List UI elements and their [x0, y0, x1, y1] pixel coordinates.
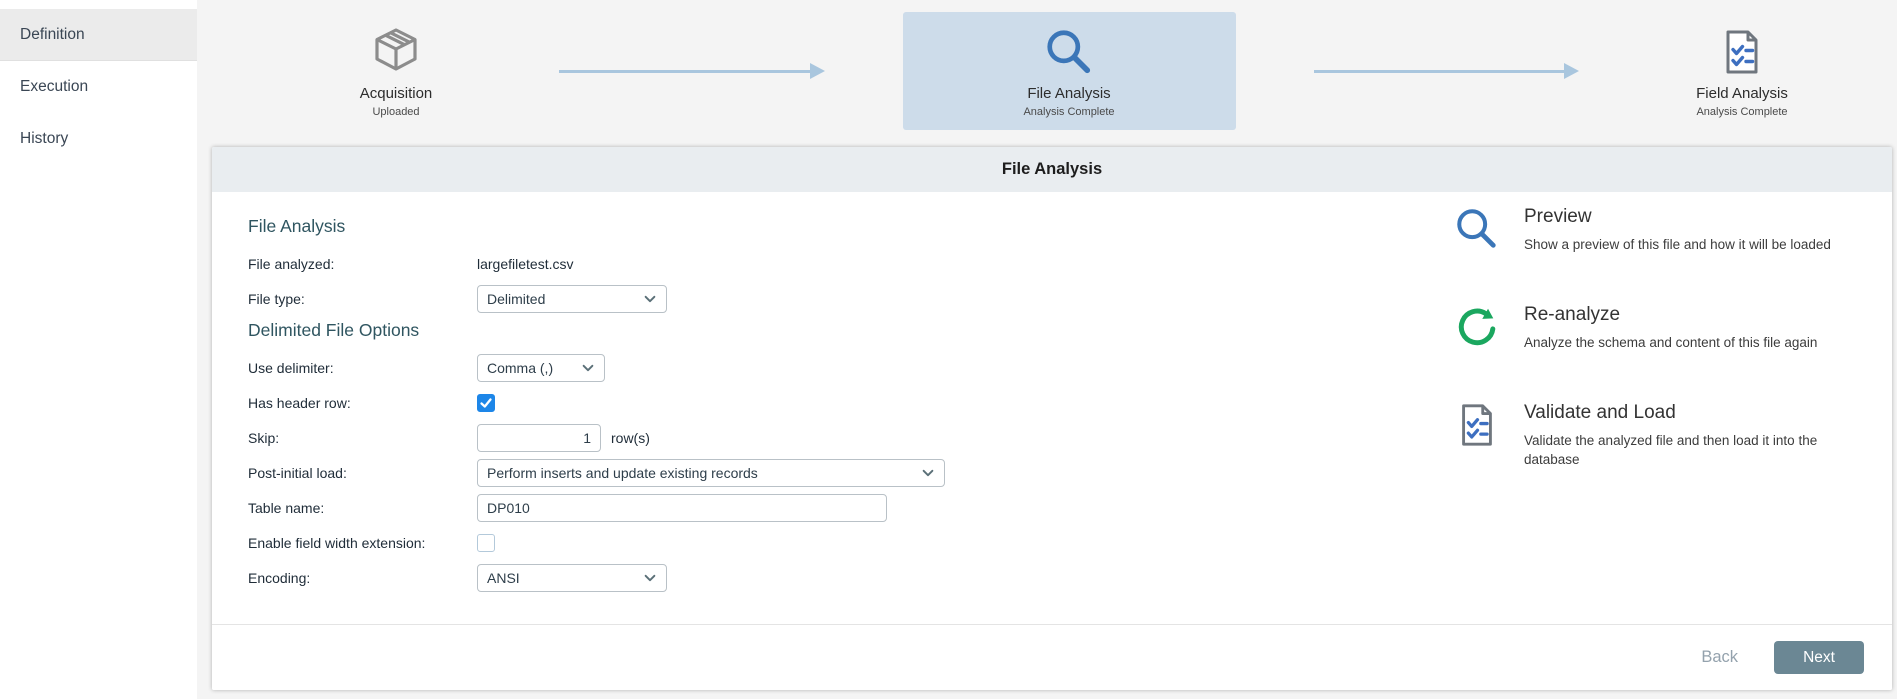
app-root: Definition Execution History	[0, 0, 1897, 699]
next-button[interactable]: Next	[1774, 641, 1864, 674]
post-initial-load-selected-value: Perform inserts and update existing reco…	[487, 465, 758, 481]
file-analyzed-value: largefiletest.csv	[477, 256, 573, 272]
has-header-label: Has header row:	[248, 395, 477, 411]
encoding-select[interactable]: ANSI	[477, 564, 667, 592]
sidebar-item-execution[interactable]: Execution	[0, 61, 197, 113]
package-icon	[370, 25, 422, 79]
action-description: Validate the analyzed file and then load…	[1524, 432, 1876, 468]
step-status: Analysis Complete	[1696, 106, 1787, 118]
checklist-document-icon	[1452, 402, 1502, 468]
step-status: Analysis Complete	[1023, 106, 1114, 118]
sidebar-item-history[interactable]: History	[0, 113, 197, 165]
file-type-selected-value: Delimited	[487, 291, 545, 307]
panel-title: File Analysis	[1002, 160, 1102, 179]
panel-header: File Analysis	[212, 147, 1892, 192]
preview-action[interactable]: Preview Show a preview of this file and …	[1452, 206, 1892, 254]
checklist-document-icon	[1718, 25, 1766, 79]
sidebar: Definition Execution History	[0, 0, 197, 699]
step-label: Field Analysis	[1696, 85, 1788, 102]
step-acquisition[interactable]: Acquisition Uploaded	[311, 12, 481, 130]
action-title: Re-analyze	[1524, 304, 1817, 326]
check-icon	[479, 396, 493, 410]
step-status: Uploaded	[372, 106, 419, 118]
chevron-down-icon	[921, 466, 935, 480]
encoding-selected-value: ANSI	[487, 570, 520, 586]
action-list: Preview Show a preview of this file and …	[1452, 206, 1892, 519]
panel-footer: Back Next	[212, 624, 1892, 690]
field-width-extension-label: Enable field width extension:	[248, 535, 477, 551]
post-initial-load-label: Post-initial load:	[248, 465, 477, 481]
magnifier-icon	[1452, 206, 1502, 254]
skip-rows-input[interactable]	[477, 424, 601, 452]
step-label: Acquisition	[360, 85, 433, 102]
step-label: File Analysis	[1027, 85, 1110, 102]
use-delimiter-selected-value: Comma (,)	[487, 360, 553, 376]
sidebar-item-label: History	[20, 130, 68, 148]
action-description: Show a preview of this file and how it w…	[1524, 236, 1831, 254]
validate-load-action[interactable]: Validate and Load Validate the analyzed …	[1452, 402, 1892, 468]
encoding-label: Encoding:	[248, 570, 477, 586]
encoding-row: Encoding: ANSI	[248, 564, 1892, 592]
magnifier-icon	[1044, 25, 1094, 79]
sidebar-item-label: Execution	[20, 78, 88, 96]
step-file-analysis[interactable]: File Analysis Analysis Complete	[903, 12, 1236, 130]
chevron-down-icon	[581, 361, 595, 375]
use-delimiter-select[interactable]: Comma (,)	[477, 354, 605, 382]
refresh-icon	[1452, 304, 1502, 352]
file-type-select[interactable]: Delimited	[477, 285, 667, 313]
step-connector-arrow	[1314, 12, 1580, 130]
main-area: Acquisition Uploaded File Analysis Analy…	[197, 0, 1897, 699]
table-name-label: Table name:	[248, 500, 477, 516]
file-analysis-panel: File Analysis File Analysis File analyze…	[212, 147, 1892, 690]
back-button[interactable]: Back	[1695, 647, 1744, 668]
skip-label: Skip:	[248, 430, 477, 446]
file-analyzed-label: File analyzed:	[248, 256, 477, 272]
field-width-extension-row: Enable field width extension:	[248, 529, 1892, 557]
chevron-down-icon	[643, 571, 657, 585]
post-initial-load-select[interactable]: Perform inserts and update existing reco…	[477, 459, 945, 487]
action-title: Validate and Load	[1524, 402, 1876, 424]
chevron-down-icon	[643, 292, 657, 306]
use-delimiter-label: Use delimiter:	[248, 360, 477, 376]
file-type-label: File type:	[248, 291, 477, 307]
sidebar-item-label: Definition	[20, 26, 85, 44]
step-field-analysis[interactable]: Field Analysis Analysis Complete	[1657, 12, 1827, 130]
field-width-extension-checkbox[interactable]	[477, 534, 495, 552]
skip-suffix: row(s)	[611, 430, 650, 446]
action-title: Preview	[1524, 206, 1831, 228]
panel-body: File Analysis File analyzed: largefilete…	[212, 192, 1892, 690]
wizard-stepper: Acquisition Uploaded File Analysis Analy…	[197, 0, 1897, 130]
table-name-input[interactable]	[477, 494, 887, 522]
has-header-checkbox[interactable]	[477, 394, 495, 412]
action-description: Analyze the schema and content of this f…	[1524, 334, 1817, 352]
reanalyze-action[interactable]: Re-analyze Analyze the schema and conten…	[1452, 304, 1892, 352]
sidebar-item-definition[interactable]: Definition	[0, 9, 197, 61]
step-connector-arrow	[559, 12, 825, 130]
